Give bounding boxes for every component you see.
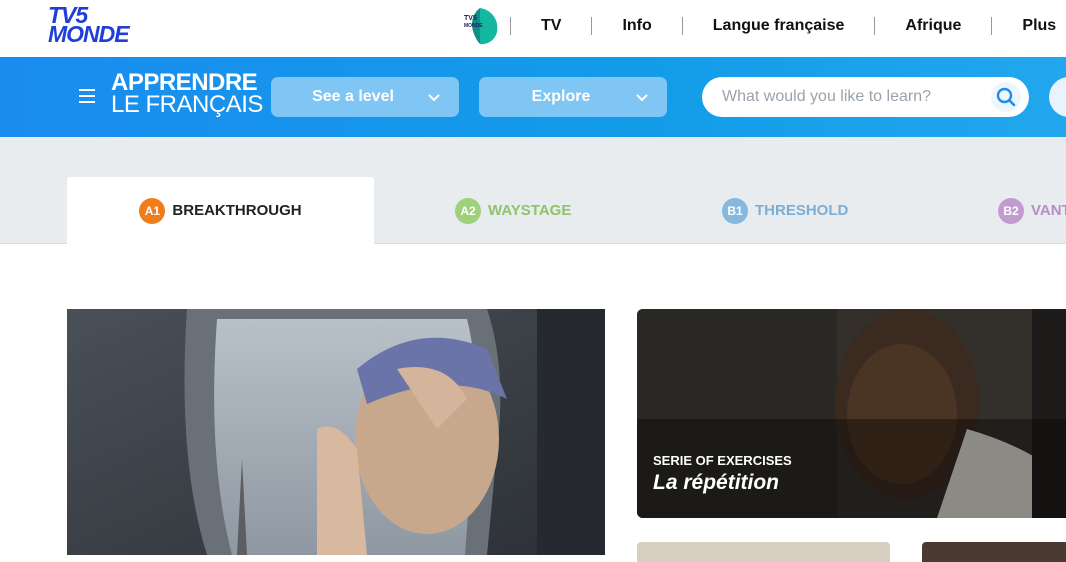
video-card-thumbnail[interactable] (637, 542, 890, 562)
nav-info[interactable]: Info (592, 17, 681, 35)
level-badge-a1: A1 (139, 197, 166, 224)
svg-text:MONDE: MONDE (464, 23, 483, 29)
nav-tv[interactable]: TV (511, 17, 591, 35)
tab-label: BREAKTHROUGH (172, 202, 302, 219)
svg-text:TV5: TV5 (464, 15, 477, 22)
level-tabs: A1 BREAKTHROUGH A2 WAYSTAGE B1 THRESHOLD… (0, 137, 1066, 244)
tv5monde-plus-logo[interactable]: TV5 MONDE (462, 6, 499, 46)
top-nav: TV Info Langue française Afrique Plus (510, 0, 1056, 52)
tv5monde-logo[interactable]: TV5 MONDE (48, 4, 162, 47)
video-card-thumbnail[interactable] (922, 542, 1066, 562)
repetition-card[interactable]: SERIE OF EXERCISES La répétition (637, 309, 1066, 518)
explore-dropdown[interactable]: Explore (479, 77, 667, 117)
search-icon (996, 87, 1016, 107)
level-badge-b1: B1 (722, 197, 748, 224)
chevron-down-icon (428, 94, 440, 102)
card-title: La répétition (653, 471, 780, 494)
tab-a1-breakthrough[interactable]: A1 BREAKTHROUGH (67, 177, 374, 244)
logo-line2: MONDE (48, 21, 130, 47)
search-input[interactable] (722, 77, 982, 117)
apprendre-brand[interactable]: APPRENDRE LE FRANÇAIS (111, 71, 263, 118)
tab-b2-vantage[interactable]: B2 VANTAGE (998, 177, 1066, 244)
content-area: SERIE OF EXERCISES La répétition (0, 245, 1066, 562)
tab-label: VANTAGE (1031, 202, 1066, 219)
tab-label: WAYSTAGE (488, 202, 572, 219)
tab-a2-waystage[interactable]: A2 WAYSTAGE (455, 177, 571, 244)
menu-icon[interactable] (79, 89, 95, 103)
chevron-down-icon (636, 94, 648, 102)
see-level-label: See a level (312, 88, 394, 105)
search-box (702, 77, 1029, 117)
tab-label: THRESHOLD (755, 202, 849, 219)
level-badge-b2: B2 (998, 197, 1024, 224)
level-badge-a2: A2 (455, 197, 481, 224)
nav-langue-francaise[interactable]: Langue française (683, 17, 875, 35)
see-level-dropdown[interactable]: See a level (271, 77, 459, 117)
top-bar: TV5 MONDE TV5 MONDE TV Info Langue franç… (0, 0, 1066, 57)
explore-label: Explore (531, 88, 591, 105)
card-category: SERIE OF EXERCISES (653, 453, 792, 468)
search-button[interactable] (991, 82, 1021, 112)
nav-afrique[interactable]: Afrique (875, 17, 991, 35)
account-button[interactable] (1049, 77, 1066, 117)
tab-b1-threshold[interactable]: B1 THRESHOLD (722, 177, 848, 244)
site-header: APPRENDRE LE FRANÇAIS See a level Explor… (0, 57, 1066, 137)
nav-plus[interactable]: Plus (992, 17, 1056, 35)
airplane-window-image (67, 309, 605, 555)
featured-video-card[interactable] (67, 309, 605, 555)
brand-line2: LE FRANÇAIS (111, 91, 263, 118)
